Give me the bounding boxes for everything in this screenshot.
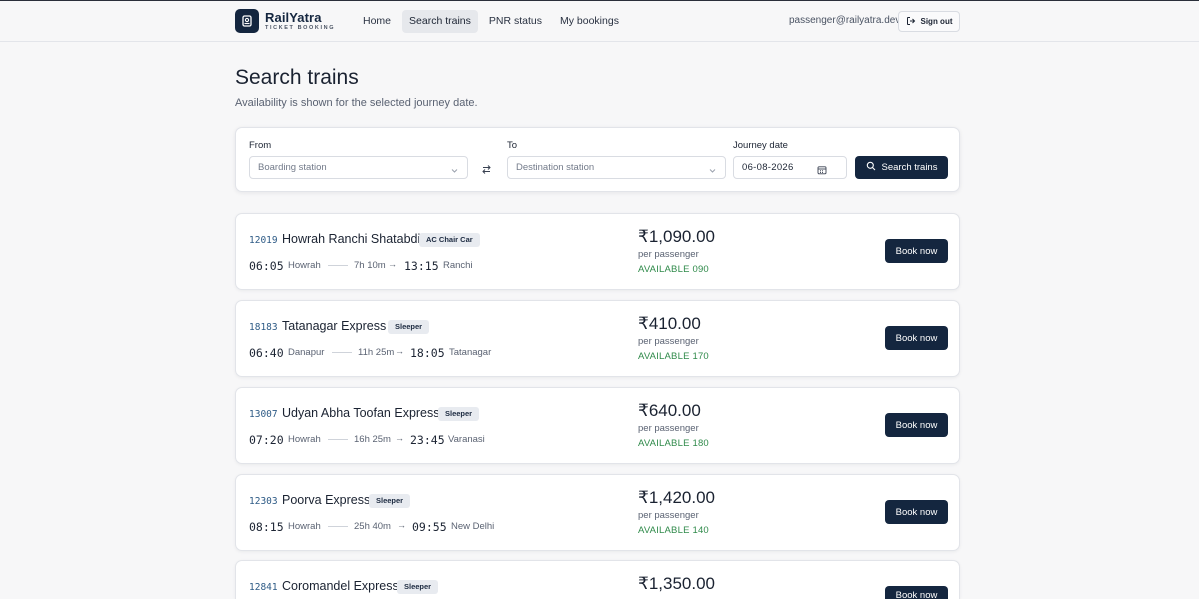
class-badge: Sleeper <box>369 494 411 508</box>
train-card: 12019 Howrah Ranchi Shatabdi AC Chair Ca… <box>235 213 960 290</box>
train-name: Tatanagar Express <box>282 319 387 333</box>
journey-duration: 16h 25m <box>354 434 391 445</box>
arrival-time: 18:05 <box>410 346 445 360</box>
top-navbar: RailYatra TICKET BOOKING Home Search tra… <box>0 0 1199 42</box>
train-card: 12841 Coromandel Express Sleeper ₹1,350.… <box>235 560 960 599</box>
arrival-time: 09:55 <box>412 520 447 534</box>
page-title: Search trains <box>235 66 359 89</box>
arrow-right-icon: → <box>397 520 406 530</box>
chevron-down-icon <box>450 162 459 183</box>
from-select[interactable]: Boarding station <box>249 156 468 179</box>
journey-date-input[interactable]: 06-08-2026 <box>733 156 847 179</box>
fare-price: ₹1,420.00 <box>638 488 715 507</box>
origin-station: Danapur <box>288 347 325 358</box>
origin-station: Howrah <box>288 521 321 532</box>
class-badge: AC Chair Car <box>419 233 480 247</box>
destination-station: Varanasi <box>448 434 485 445</box>
journey-divider <box>328 439 348 440</box>
train-number: 18183 <box>249 322 278 333</box>
chevron-down-icon <box>708 162 717 183</box>
brand-name: RailYatra <box>265 9 322 25</box>
seat-availability: AVAILABLE 170 <box>638 351 709 362</box>
departure-time: 06:40 <box>249 346 284 360</box>
user-email: passenger@railyatra.dev <box>789 15 901 26</box>
train-card: 18183 Tatanagar Express Sleeper 06:40 Da… <box>235 300 960 377</box>
ticket-icon <box>235 9 259 33</box>
to-label: To <box>507 140 518 151</box>
train-name: Udyan Abha Toofan Express <box>282 406 440 420</box>
journey-divider <box>328 526 348 527</box>
journey-duration: 7h 10m <box>354 260 386 271</box>
class-badge: Sleeper <box>438 407 480 421</box>
train-number: 13007 <box>249 409 278 420</box>
journey-divider <box>328 265 348 266</box>
train-card: 12303 Poorva Express Sleeper 08:15 Howra… <box>235 474 960 551</box>
seat-availability: AVAILABLE 090 <box>638 264 709 275</box>
seat-availability: AVAILABLE 180 <box>638 438 709 449</box>
class-badge: Sleeper <box>397 580 439 594</box>
from-label: From <box>249 140 272 151</box>
sign-out-label: Sign out <box>920 17 953 26</box>
fare-price: ₹1,090.00 <box>638 227 715 246</box>
calendar-icon[interactable] <box>817 162 827 183</box>
arrival-time: 13:15 <box>404 259 439 273</box>
fare-unit: per passenger <box>638 510 699 521</box>
nav-pnr-status[interactable]: PNR status <box>482 10 549 33</box>
departure-time: 06:05 <box>249 259 284 273</box>
journey-duration: 25h 40m <box>354 521 391 532</box>
sign-out-button[interactable]: Sign out <box>898 11 960 32</box>
search-trains-label: Search trains <box>881 162 938 173</box>
fare-unit: per passenger <box>638 336 699 347</box>
nav-home[interactable]: Home <box>356 10 398 33</box>
train-name: Poorva Express <box>282 493 371 507</box>
nav-my-bookings[interactable]: My bookings <box>553 10 626 33</box>
fare-price: ₹410.00 <box>638 314 701 333</box>
swap-stations-icon[interactable] <box>481 162 492 180</box>
book-now-button[interactable]: Book now <box>885 326 948 350</box>
arrival-time: 23:45 <box>410 433 445 447</box>
origin-station: Howrah <box>288 260 321 271</box>
arrow-right-icon: → <box>388 259 397 269</box>
sign-out-icon <box>906 16 916 28</box>
journey-date-label: Journey date <box>733 140 788 151</box>
fare-unit: per passenger <box>638 249 699 260</box>
destination-station: Tatanagar <box>449 347 492 358</box>
train-number: 12303 <box>249 496 278 507</box>
class-badge: Sleeper <box>388 320 430 334</box>
to-select[interactable]: Destination station <box>507 156 726 179</box>
train-name: Howrah Ranchi Shatabdi <box>282 232 421 246</box>
destination-station: New Delhi <box>451 521 495 532</box>
search-icon <box>866 161 876 174</box>
page-subtitle: Availability is shown for the selected j… <box>235 97 478 109</box>
main-nav: Home Search trains PNR status My booking… <box>356 10 626 33</box>
fare-price: ₹640.00 <box>638 401 701 420</box>
from-placeholder: Boarding station <box>258 162 327 173</box>
journey-divider <box>332 352 352 353</box>
book-now-button[interactable]: Book now <box>885 500 948 524</box>
train-number: 12019 <box>249 235 278 246</box>
arrow-right-icon: → <box>395 346 404 356</box>
arrow-right-icon: → <box>395 433 404 443</box>
train-number: 12841 <box>249 582 278 593</box>
book-now-button[interactable]: Book now <box>885 586 948 599</box>
brand[interactable]: RailYatra TICKET BOOKING <box>235 9 335 33</box>
departure-time: 07:20 <box>249 433 284 447</box>
fare-price: ₹1,350.00 <box>638 574 715 593</box>
book-now-button[interactable]: Book now <box>885 239 948 263</box>
seat-availability: AVAILABLE 140 <box>638 525 709 536</box>
departure-time: 08:15 <box>249 520 284 534</box>
search-trains-button[interactable]: Search trains <box>855 156 948 179</box>
brand-tagline: TICKET BOOKING <box>265 24 336 31</box>
to-placeholder: Destination station <box>516 162 595 173</box>
fare-unit: per passenger <box>638 423 699 434</box>
journey-duration: 11h 25m <box>358 347 395 358</box>
destination-station: Ranchi <box>443 260 473 271</box>
train-card: 13007 Udyan Abha Toofan Express Sleeper … <box>235 387 960 464</box>
book-now-button[interactable]: Book now <box>885 413 948 437</box>
search-form: From Boarding station To Destination sta… <box>235 127 960 192</box>
origin-station: Howrah <box>288 434 321 445</box>
journey-date-value: 06-08-2026 <box>742 162 794 173</box>
train-name: Coromandel Express <box>282 579 399 593</box>
nav-search-trains[interactable]: Search trains <box>402 10 478 33</box>
